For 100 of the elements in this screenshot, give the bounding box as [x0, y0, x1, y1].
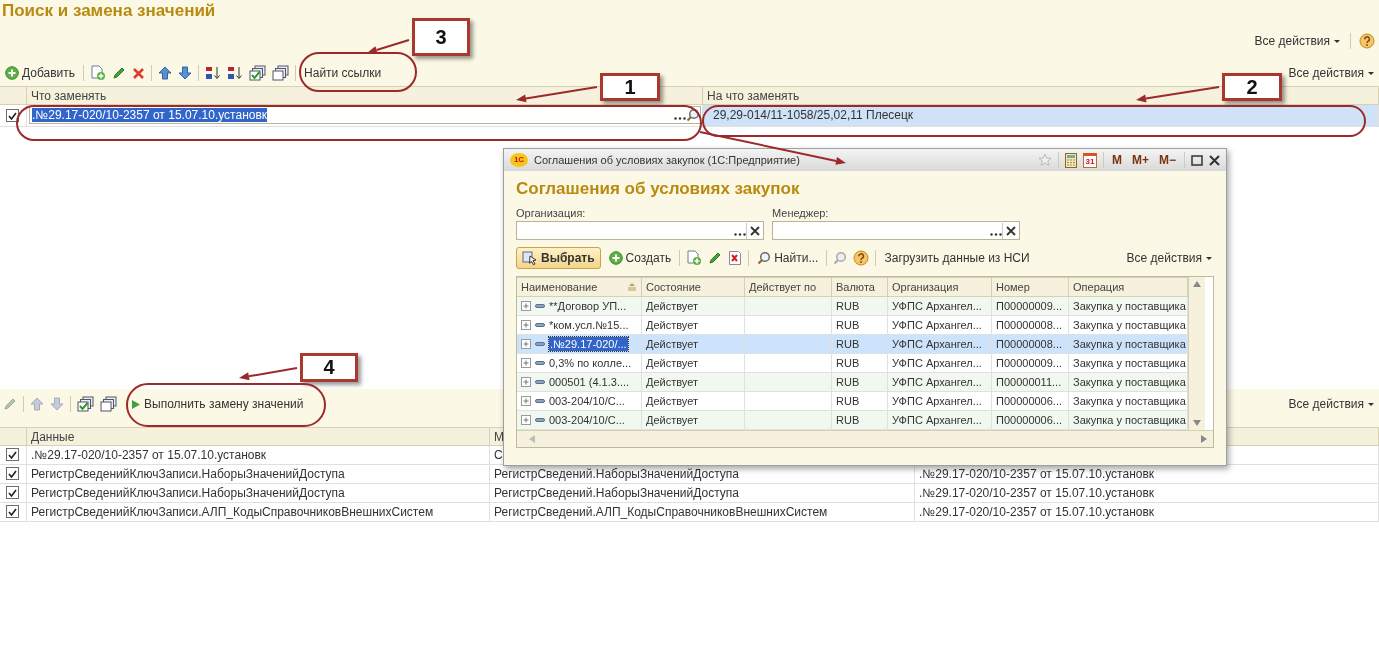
checkbox[interactable] [6, 109, 19, 122]
table-row[interactable]: 0,3% по колле... Действует RUB УФПС Архангел... П00000009... Закупка у поставщика [517, 354, 1188, 373]
column-header: Наименование [517, 278, 642, 296]
scroll-right-icon[interactable] [1201, 435, 1207, 443]
add-document-icon [686, 250, 703, 266]
calculator-icon [1064, 152, 1077, 168]
scroll-up-icon[interactable] [1193, 281, 1201, 287]
caret-icon [1206, 256, 1212, 260]
find-links-button[interactable]: Найти ссылки [302, 65, 384, 81]
table-cell: УФПС Архангел... [888, 335, 992, 353]
table-cell: Действует [642, 392, 745, 410]
checkbox[interactable] [6, 486, 19, 499]
column-header: Состояние [642, 278, 745, 296]
expand-icon[interactable] [521, 358, 531, 368]
checkbox[interactable] [6, 448, 19, 461]
table-cell: 0,3% по колле... [549, 356, 632, 370]
table-cell: Действует [642, 335, 745, 353]
table-cell: .№29.17-020/10-2357 от 15.07.10.установк [27, 446, 490, 464]
calendar-button[interactable]: 31 [1082, 152, 1097, 168]
favorite-star-icon [1037, 153, 1052, 167]
table-row[interactable]: .№29.17-020/... Действует RUB УФПС Архангел... П00000008... Закупка у поставщика [517, 335, 1188, 354]
check-icon [8, 507, 17, 516]
table-cell: РегистрСведенийКлючЗаписи.АЛП_КодыСправочниковВнешнихСистем [27, 503, 490, 521]
table-cell: RUB [832, 335, 888, 353]
table-cell: П00000008... [992, 316, 1069, 334]
ellipsis-icon [990, 233, 1002, 236]
table-cell: П00000009... [992, 354, 1069, 372]
table-cell: RUB [832, 297, 888, 315]
memory-button[interactable]: M+ [1129, 153, 1151, 167]
expand-icon[interactable] [521, 339, 531, 349]
find-button[interactable]: Найти... [755, 250, 821, 266]
all-actions-button[interactable]: Все действия [1286, 397, 1376, 411]
select-button[interactable]: Выбрать [516, 247, 601, 269]
field-label: Организация: [516, 207, 587, 219]
table-cell: 003-204/10/С... [549, 413, 625, 427]
pencil-icon [112, 66, 127, 80]
table-cell: **Договор УП... [549, 299, 627, 313]
table-cell: П00000008... [992, 335, 1069, 353]
table-cell: УФПС Архангел... [888, 392, 992, 410]
create-button[interactable]: Создать [606, 250, 674, 266]
check-icon [8, 450, 17, 459]
table-cell: РегистрСведений.АЛП_КодыСправочниковВнешнихСистем [490, 503, 915, 521]
table-row[interactable]: 000501 (4.1.3.... Действует RUB УФПС Архангел... П00000011... Закупка у поставщика [517, 373, 1188, 392]
table-cell: РегистрСведенийКлючЗаписи.НаборыЗначенийДоступа [27, 465, 490, 483]
down-arrow-icon [178, 66, 193, 80]
memory-button[interactable]: M [1109, 153, 1124, 167]
load-data-button[interactable]: Загрузить данные из НСИ [882, 250, 1032, 266]
table-row[interactable]: *ком.усл.№15... Действует RUB УФПС Архангел... П00000008... Закупка у поставщика [517, 316, 1188, 335]
checkbox[interactable] [6, 505, 19, 518]
delete-icon [728, 250, 743, 266]
expand-icon[interactable] [521, 415, 531, 425]
input-field[interactable] [772, 221, 1020, 240]
item-icon [535, 398, 545, 404]
table-row[interactable]: 003-204/10/С... Действует RUB УФПС Архангел... П00000006... Закупка у поставщика [517, 411, 1188, 430]
table-cell: RUB [832, 411, 888, 429]
table-cell: RUB [832, 316, 888, 334]
item-icon [535, 379, 545, 385]
checkbox[interactable] [6, 467, 19, 480]
item-icon [535, 303, 545, 309]
all-actions-button[interactable]: Все действия [1124, 251, 1214, 265]
scroll-left-icon[interactable] [529, 435, 535, 443]
table-row[interactable]: **Договор УП... Действует RUB УФПС Архангел... П00000009... Закупка у поставщика [517, 297, 1188, 316]
sort-icon [227, 65, 244, 81]
run-replace-button[interactable]: Выполнить замену значений [129, 396, 306, 412]
annotation-arrow [367, 39, 410, 54]
pencil-icon [708, 251, 723, 265]
all-actions-button[interactable]: Все действия [1252, 34, 1342, 48]
pencil-icon [3, 397, 17, 411]
table-cell: RUB [832, 373, 888, 391]
expand-icon[interactable] [521, 301, 531, 311]
memory-button[interactable]: M− [1157, 153, 1178, 167]
dialog-heading: Соглашения об условиях закупок [516, 179, 801, 199]
table-cell: УФПС Архангел... [888, 316, 992, 334]
check-icon [8, 488, 17, 497]
item-icon [535, 417, 545, 423]
column-header: Действует по [745, 278, 832, 296]
check-icon [8, 111, 17, 120]
add-button[interactable]: Добавить [3, 65, 78, 81]
item-icon [535, 322, 545, 328]
down-arrow-icon [50, 397, 64, 411]
caret-icon [1368, 402, 1374, 406]
all-actions-button[interactable]: Все действия [1286, 66, 1376, 80]
table-cell: RUB [832, 354, 888, 372]
expand-icon[interactable] [521, 396, 531, 406]
table-cell: 000501 (4.1.3.... [549, 375, 630, 389]
close-icon[interactable] [1209, 154, 1220, 166]
cancel-search-icon [833, 251, 848, 265]
sort-order-icon [627, 283, 637, 291]
expand-icon[interactable] [521, 377, 531, 387]
input-field[interactable] [516, 221, 764, 240]
search-icon [757, 251, 772, 265]
table-cell: УФПС Архангел... [888, 411, 992, 429]
table-cell: Действует [642, 373, 745, 391]
table-cell: П00000006... [992, 411, 1069, 429]
maximize-icon[interactable] [1191, 154, 1203, 166]
table-cell: Действует [642, 297, 745, 315]
table-row[interactable]: 003-204/10/С... Действует RUB УФПС Архангел... П00000006... Закупка у поставщика [517, 392, 1188, 411]
expand-icon[interactable] [521, 320, 531, 330]
sort-icon [205, 65, 222, 81]
caret-icon [1334, 39, 1340, 43]
